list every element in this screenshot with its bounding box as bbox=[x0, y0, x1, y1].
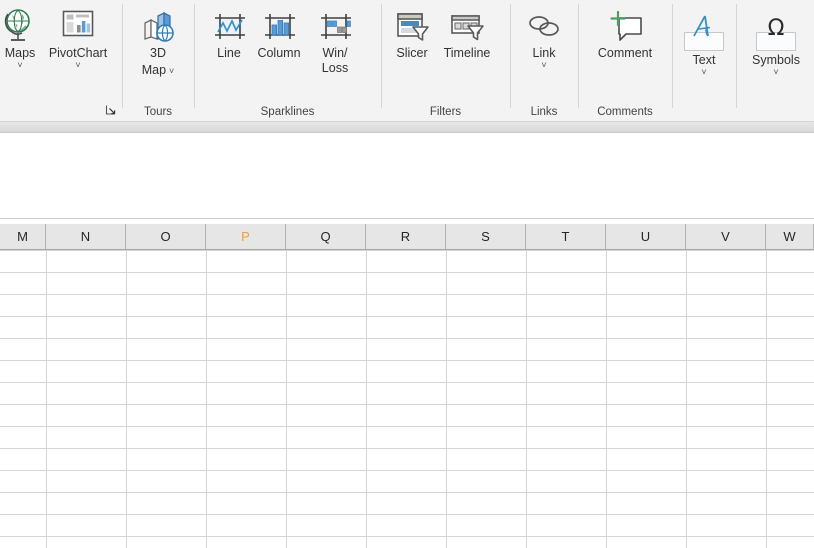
column-header-u[interactable]: U bbox=[606, 224, 686, 249]
column-header-r[interactable]: R bbox=[366, 224, 446, 249]
column-header-q[interactable]: Q bbox=[286, 224, 366, 249]
pivotchart-button[interactable]: PivotChart ˅ bbox=[40, 6, 116, 71]
svg-text:Ω: Ω bbox=[768, 16, 785, 41]
text-chevron-down-icon[interactable]: ˅ bbox=[678, 67, 730, 78]
grid-horizontal-line bbox=[0, 316, 814, 317]
ribbon-group-comments: Comment Comments bbox=[579, 0, 671, 122]
3d-map-label-line2: Map bbox=[141, 63, 167, 77]
grid-horizontal-line bbox=[0, 492, 814, 493]
slicer-button[interactable]: Slicer bbox=[386, 6, 438, 61]
group-label-sparklines: Sparklines bbox=[260, 106, 315, 118]
pivotchart-icon bbox=[58, 6, 98, 46]
3d-map-button[interactable]: 3D Map ˅ bbox=[125, 6, 191, 79]
sparkline-column-button[interactable]: Column bbox=[250, 6, 308, 61]
group-label-comments: Comments bbox=[597, 106, 653, 118]
sparkline-line-label: Line bbox=[217, 46, 241, 60]
spreadsheet-grid[interactable] bbox=[0, 250, 814, 548]
grid-horizontal-line bbox=[0, 536, 814, 537]
column-header-p[interactable]: P bbox=[206, 224, 286, 249]
link-button[interactable]: Link ˅ bbox=[517, 6, 571, 71]
symbols-label: Symbols bbox=[752, 53, 800, 67]
grid-horizontal-line bbox=[0, 272, 814, 273]
ribbon-group-links: Link ˅ Links bbox=[511, 0, 577, 122]
sparkline-winloss-icon bbox=[315, 6, 355, 46]
column-header-m[interactable]: M bbox=[0, 224, 46, 249]
ribbon-group-symbols: Ω Symbols ˅ bbox=[737, 0, 814, 122]
ribbon-collapse-band[interactable] bbox=[0, 122, 814, 133]
ribbon-group-charts: Maps ˅ PivotChart ˅ bbox=[0, 0, 122, 122]
grid-horizontal-line bbox=[0, 360, 814, 361]
grid-horizontal-line bbox=[0, 448, 814, 449]
column-header-s[interactable]: S bbox=[446, 224, 526, 249]
ribbon-group-sparklines: Line Column Win/ Loss Sparklines bbox=[195, 0, 380, 122]
grid-horizontal-line bbox=[0, 404, 814, 405]
column-header-v[interactable]: V bbox=[686, 224, 766, 249]
link-icon bbox=[524, 6, 564, 46]
formula-bar-area[interactable] bbox=[0, 134, 814, 219]
globe-map-icon bbox=[0, 6, 40, 46]
omega-symbol-icon: Ω bbox=[756, 16, 796, 51]
text-label: Text bbox=[692, 53, 716, 67]
slicer-label: Slicer bbox=[396, 46, 428, 60]
symbols-button[interactable]: Ω Symbols ˅ bbox=[745, 8, 807, 78]
column-header-o[interactable]: O bbox=[126, 224, 206, 249]
column-header-t[interactable]: T bbox=[526, 224, 606, 249]
grid-horizontal-line bbox=[0, 382, 814, 383]
column-header-w[interactable]: W bbox=[766, 224, 814, 249]
grid-horizontal-line bbox=[0, 338, 814, 339]
ribbon-group-text: Text ˅ bbox=[673, 0, 735, 122]
pivotchart-label: PivotChart bbox=[48, 46, 108, 60]
text-wordart-icon bbox=[684, 15, 724, 51]
3d-map-icon bbox=[138, 6, 178, 46]
column-header-row: MNOPQRSTUVW bbox=[0, 224, 814, 250]
slicer-icon bbox=[392, 6, 432, 46]
link-chevron-down-icon[interactable]: ˅ bbox=[517, 60, 571, 71]
new-comment-label: Comment bbox=[597, 46, 653, 60]
sparkline-line-icon bbox=[209, 6, 249, 46]
ribbon-insert-tab: Maps ˅ PivotChart ˅ 3D Map ˅ Tours Line … bbox=[0, 0, 814, 122]
sparkline-winloss-label-line2: Loss bbox=[321, 61, 349, 75]
sparkline-column-icon bbox=[259, 6, 299, 46]
grid-horizontal-line bbox=[0, 426, 814, 427]
group-label-links: Links bbox=[530, 106, 558, 118]
sparkline-winloss-label-line1: Win/ bbox=[322, 46, 348, 60]
column-header-n[interactable]: N bbox=[46, 224, 126, 249]
link-label: Link bbox=[532, 46, 556, 60]
grid-horizontal-line bbox=[0, 514, 814, 515]
sparkline-line-button[interactable]: Line bbox=[203, 6, 255, 61]
timeline-button[interactable]: Timeline bbox=[432, 6, 502, 61]
new-comment-button[interactable]: Comment bbox=[581, 6, 669, 61]
new-comment-icon bbox=[605, 6, 645, 46]
3d-map-chevron-down-icon[interactable]: ˅ bbox=[169, 66, 174, 77]
ribbon-group-tours: 3D Map ˅ Tours bbox=[123, 0, 193, 122]
grid-horizontal-line bbox=[0, 250, 814, 251]
sparkline-column-label: Column bbox=[257, 46, 301, 60]
sparkline-winloss-button[interactable]: Win/ Loss bbox=[310, 6, 360, 76]
pivotchart-chevron-down-icon[interactable]: ˅ bbox=[40, 60, 116, 71]
text-button[interactable]: Text ˅ bbox=[678, 8, 730, 78]
grid-horizontal-line bbox=[0, 470, 814, 471]
grid-horizontal-line bbox=[0, 294, 814, 295]
group-label-filters: Filters bbox=[429, 106, 462, 118]
timeline-icon bbox=[447, 6, 487, 46]
3d-map-label-line1: 3D bbox=[150, 46, 166, 60]
symbols-chevron-down-icon[interactable]: ˅ bbox=[745, 67, 807, 78]
charts-dialog-launcher-icon[interactable] bbox=[104, 103, 118, 117]
timeline-label: Timeline bbox=[443, 46, 491, 60]
group-label-tours: Tours bbox=[143, 106, 173, 118]
ribbon-group-filters: Slicer Timeline Filters bbox=[382, 0, 509, 122]
